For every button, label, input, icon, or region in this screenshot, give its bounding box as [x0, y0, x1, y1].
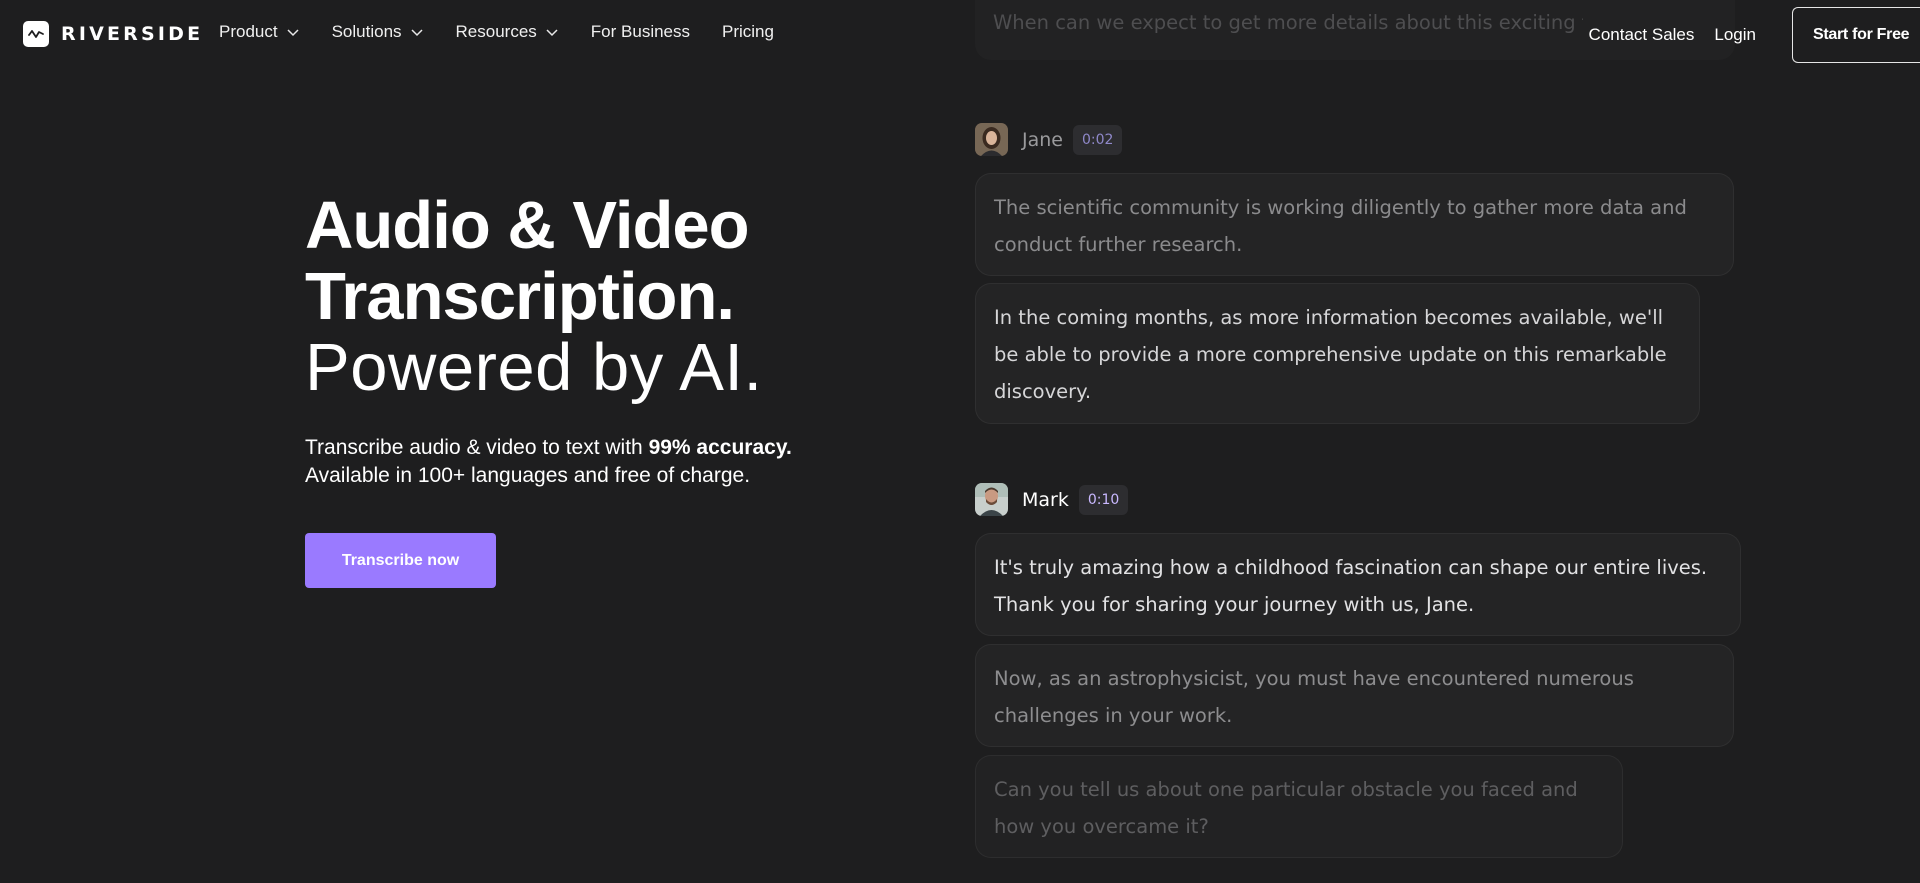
brand-name: RIVERSIDE: [61, 23, 204, 45]
hero-subtitle-prefix: Transcribe audio & video to text with: [305, 436, 649, 459]
message-text: It's truly amazing how a childhood fasci…: [994, 556, 1708, 616]
hero-title-line2: Transcription.: [305, 259, 735, 334]
message-bubble: In the coming months, as more informatio…: [975, 283, 1700, 424]
chevron-down-icon: [411, 29, 423, 37]
speaker-mark: Mark 0:10: [975, 483, 1129, 516]
nav-resources-label: Resources: [455, 22, 537, 41]
chevron-down-icon: [546, 29, 558, 37]
avatar-jane: [975, 123, 1008, 156]
hero-heading: Audio & Video Transcription. Powered by …: [305, 190, 905, 403]
message-text: Now, as an astrophysicist, you must have…: [994, 667, 1634, 727]
timestamp-badge-mark[interactable]: 0:10: [1078, 484, 1129, 515]
start-for-free-button[interactable]: Start for Free: [1792, 7, 1920, 63]
brand-logo[interactable]: RIVERSIDE: [23, 21, 203, 47]
nav-pricing[interactable]: Pricing: [722, 22, 774, 42]
message-bubble: Now, as an astrophysicist, you must have…: [975, 644, 1734, 747]
nav-for-business-label: For Business: [590, 22, 690, 41]
message-text: Can you tell us about one particular obs…: [994, 778, 1578, 838]
login-link[interactable]: Login: [1714, 25, 1756, 45]
nav-actions: Contact Sales Login Start for Free: [1589, 7, 1920, 63]
nav-product-label: Product: [219, 22, 278, 41]
speaker-name-mark: Mark: [1022, 488, 1069, 511]
nav-for-business[interactable]: For Business: [591, 22, 690, 42]
message-bubble: Can you tell us about one particular obs…: [975, 755, 1623, 858]
nav-product[interactable]: Product: [219, 22, 300, 42]
nav-solutions-label: Solutions: [331, 22, 402, 41]
hero-title-line1: Audio & Video: [305, 188, 750, 263]
chevron-down-icon: [287, 29, 299, 37]
contact-sales-link[interactable]: Contact Sales: [1589, 25, 1695, 45]
nav-solutions[interactable]: Solutions: [332, 22, 424, 42]
hero-subtitle-accuracy: 99% accuracy.: [648, 436, 792, 459]
message-bubble: The scientific community is working dili…: [975, 173, 1734, 276]
speaker-name-jane: Jane: [1022, 128, 1063, 151]
nav-resources[interactable]: Resources: [456, 22, 559, 42]
message-text: The scientific community is working dili…: [994, 196, 1687, 256]
hero-subtitle-line2: Available in 100+ languages and free of …: [305, 464, 751, 487]
hero-title-line3: Powered by AI.: [305, 330, 763, 405]
hero-subtitle: Transcribe audio & video to text with 99…: [305, 434, 925, 490]
avatar-mark: [975, 483, 1008, 516]
timestamp-badge-jane[interactable]: 0:02: [1072, 124, 1123, 155]
top-nav: RIVERSIDE Product Solutions Resources Fo…: [0, 0, 1920, 68]
speaker-jane: Jane 0:02: [975, 123, 1123, 156]
nav-pricing-label: Pricing: [722, 22, 774, 41]
main-menu: Product Solutions Resources For Business…: [219, 22, 774, 42]
message-bubble: It's truly amazing how a childhood fasci…: [975, 533, 1741, 636]
message-text: In the coming months, as more informatio…: [994, 306, 1667, 403]
waveform-icon: [23, 21, 49, 47]
transcribe-now-button[interactable]: Transcribe now: [305, 533, 496, 588]
